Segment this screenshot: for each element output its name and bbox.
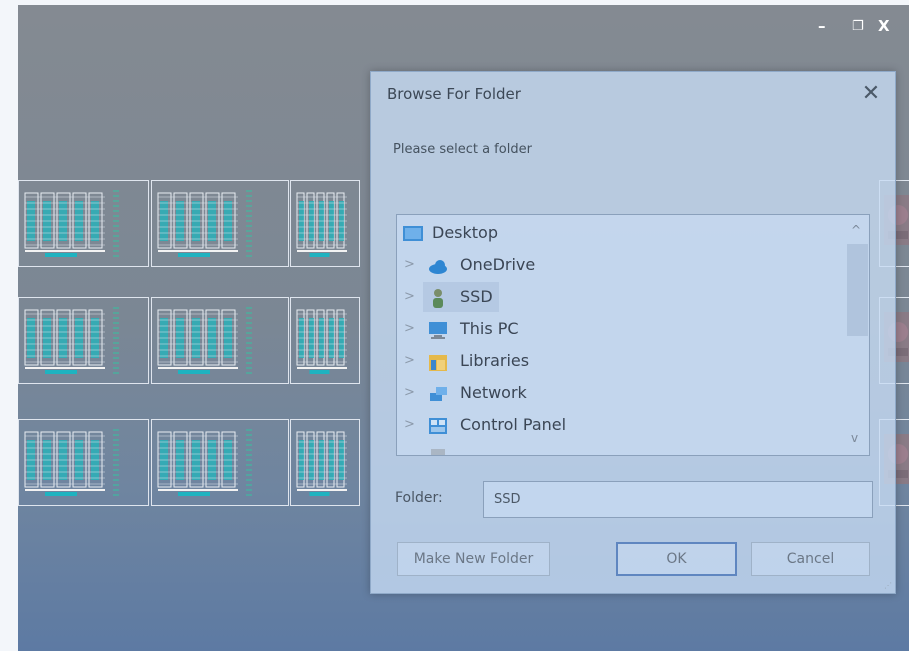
drawing-sheet [18, 180, 149, 267]
tree-item-ssd[interactable]: > SSD [397, 282, 845, 314]
cad-app-window: – ❐ X Browse For Folder ✕ Please select … [18, 5, 909, 651]
tree-item-network[interactable]: > Network [397, 378, 845, 410]
folder-tree[interactable]: Desktop > OneDrive > SSD > This PC > Lib… [396, 214, 870, 456]
network-icon [427, 383, 449, 405]
tree-item-label: Desktop [432, 223, 498, 242]
drawing-sheet [151, 180, 289, 267]
libraries-icon [427, 351, 449, 373]
chevron-right-icon[interactable]: > [404, 321, 415, 336]
scroll-down-icon[interactable]: v [851, 431, 858, 445]
chevron-right-icon[interactable]: > [404, 417, 415, 432]
tree-item-label: SSD [460, 287, 493, 306]
tree-scrollbar[interactable]: ^ v [845, 215, 869, 455]
chevron-right-icon[interactable]: > [404, 353, 415, 368]
close-window-button[interactable]: X [878, 19, 890, 34]
desktop-icon [402, 223, 424, 245]
tree-item-cut-off [397, 442, 845, 455]
tree-item-label: Network [460, 383, 527, 402]
drawing-sheet [290, 419, 360, 506]
tree-item-label: Libraries [460, 351, 530, 370]
user-icon [427, 287, 449, 309]
tree-item-label: Control Panel [460, 415, 567, 434]
chevron-right-icon[interactable]: > [404, 257, 415, 272]
drawing-sheet [151, 297, 289, 384]
scroll-up-icon[interactable]: ^ [851, 223, 861, 237]
monitor-icon [427, 319, 449, 341]
drawing-sheet [151, 419, 289, 506]
folder-input[interactable] [483, 481, 873, 518]
ok-button[interactable]: OK [616, 542, 737, 576]
chevron-right-icon[interactable]: > [404, 385, 415, 400]
recycle-bin-icon [427, 447, 449, 455]
cancel-button[interactable]: Cancel [751, 542, 870, 576]
control-panel-icon [427, 415, 449, 437]
tree-item-control-panel[interactable]: > Control Panel [397, 410, 845, 442]
chevron-right-icon[interactable]: > [404, 289, 415, 304]
folder-label: Folder: [395, 490, 443, 506]
maximize-button[interactable]: ❐ [852, 19, 864, 34]
tree-item-libraries[interactable]: > Libraries [397, 346, 845, 378]
drawing-sheet [290, 297, 360, 384]
tree-item-label: This PC [460, 319, 519, 338]
tree-item-this-pc[interactable]: > This PC [397, 314, 845, 346]
scrollbar-thumb[interactable] [847, 244, 868, 336]
drawing-sheet [290, 180, 360, 267]
dialog-message: Please select a folder [393, 142, 532, 157]
dialog-title: Browse For Folder [387, 85, 521, 103]
make-new-folder-button[interactable]: Make New Folder [397, 542, 550, 576]
drawing-sheet [18, 297, 149, 384]
drawing-sheet [18, 419, 149, 506]
cloud-icon [427, 255, 449, 277]
browse-for-folder-dialog: Browse For Folder ✕ Please select a fold… [370, 71, 896, 594]
tree-item-onedrive[interactable]: > OneDrive [397, 250, 845, 282]
dialog-close-button[interactable]: ✕ [857, 80, 885, 108]
minimize-button[interactable]: – [818, 19, 826, 34]
resize-grip-icon[interactable]: ⋰ [884, 581, 892, 590]
tree-item-label: OneDrive [460, 255, 536, 274]
tree-item-desktop[interactable]: Desktop [397, 218, 845, 250]
